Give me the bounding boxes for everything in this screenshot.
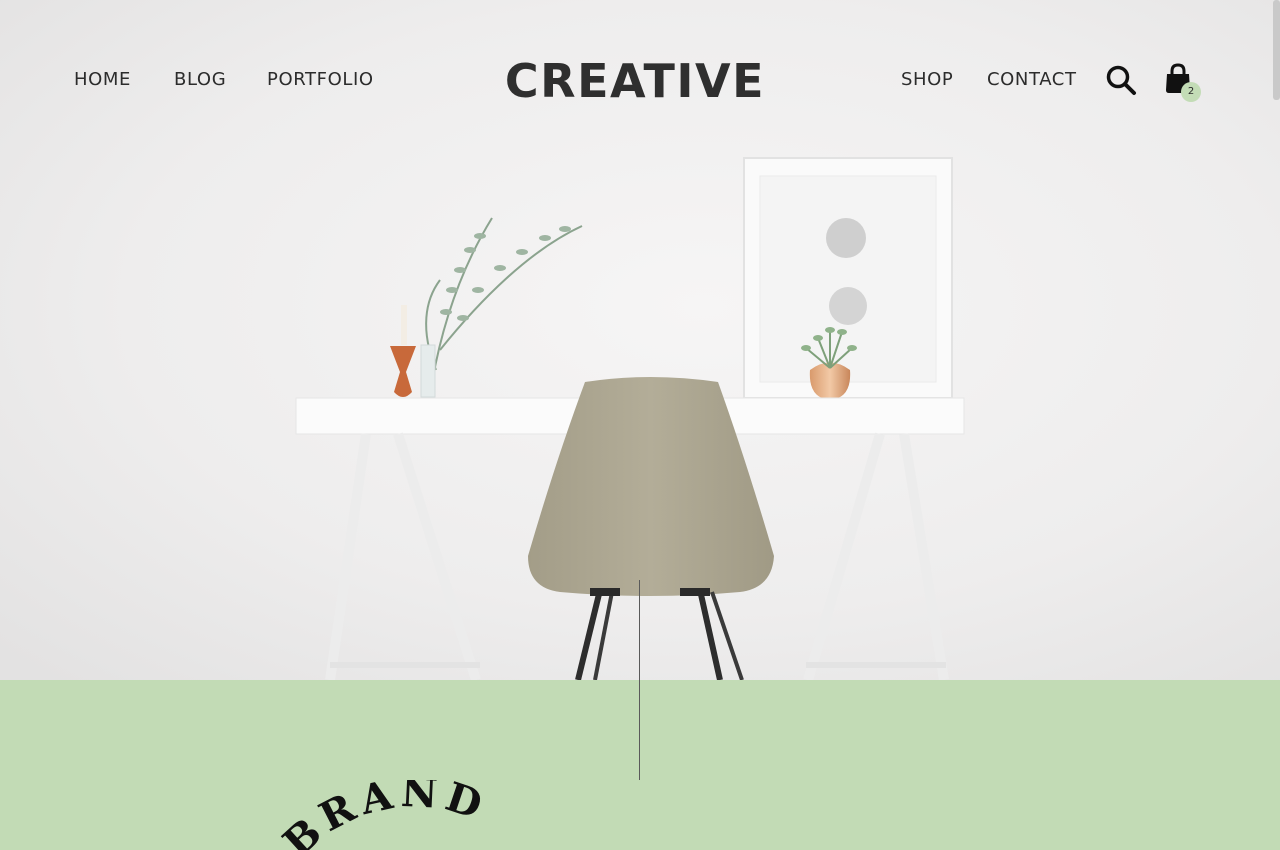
brand-curved-text: BRAND	[274, 780, 487, 850]
vertical-divider	[639, 580, 640, 780]
site-logo[interactable]: CREATIVE	[0, 52, 1270, 110]
search-button[interactable]	[1104, 63, 1138, 97]
brand-curved-logo: BRAND	[274, 780, 493, 850]
brand-section: BRAND	[0, 680, 1280, 850]
nav-link-shop[interactable]: SHOP	[901, 69, 953, 90]
cart-count-badge: 2	[1181, 82, 1201, 102]
picture-frame	[743, 157, 953, 399]
svg-text:BRAND: BRAND	[274, 780, 493, 850]
search-icon	[1106, 65, 1136, 95]
cart-button[interactable]: 2	[1163, 62, 1207, 106]
glass-vase	[420, 344, 436, 398]
nav-link-contact[interactable]: CONTACT	[987, 69, 1077, 90]
site-header: HOME BLOG PORTFOLIO CREATIVE SHOP CONTAC…	[0, 0, 1280, 160]
page-scrollbar-thumb[interactable]	[1273, 0, 1280, 100]
